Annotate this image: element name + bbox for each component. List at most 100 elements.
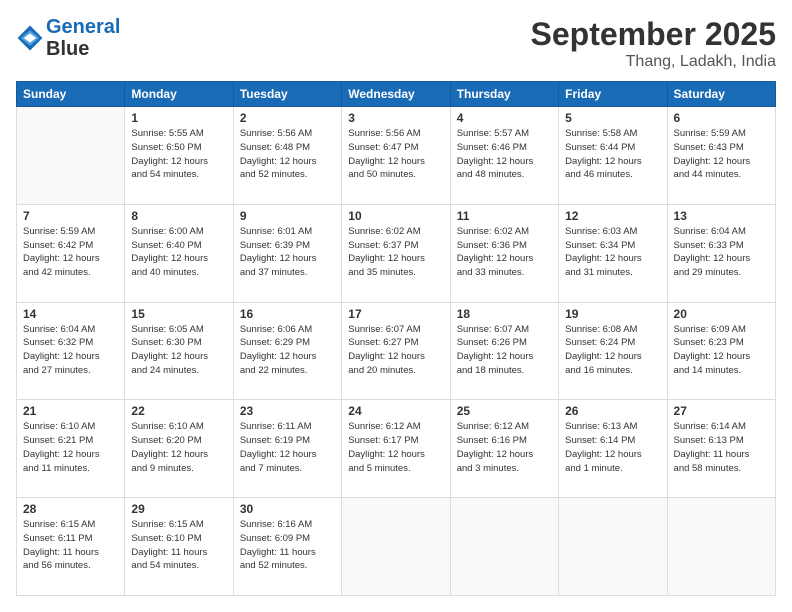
calendar-cell: 7 Sunrise: 5:59 AM Sunset: 6:42 PM Daylig… xyxy=(17,204,125,302)
day-number: 29 xyxy=(131,502,226,516)
day-number: 26 xyxy=(565,404,660,418)
day-info: Sunrise: 5:55 AM Sunset: 6:50 PM Dayligh… xyxy=(131,127,226,182)
day-number: 23 xyxy=(240,404,335,418)
logo: General Blue xyxy=(16,16,120,60)
calendar-cell: 11 Sunrise: 6:02 AM Sunset: 6:36 PM Dayli… xyxy=(450,204,558,302)
day-number: 19 xyxy=(565,307,660,321)
day-number: 25 xyxy=(457,404,552,418)
day-info: Sunrise: 6:12 AM Sunset: 6:17 PM Dayligh… xyxy=(348,420,443,475)
calendar-cell: 5Sunrise: 5:58 AM Sunset: 6:44 PM Daylig… xyxy=(559,107,667,205)
day-info: Sunrise: 6:15 AM Sunset: 6:10 PM Dayligh… xyxy=(131,518,226,573)
calendar-cell: 21 Sunrise: 6:10 AM Sunset: 6:21 PM Dayli… xyxy=(17,400,125,498)
day-info: Sunrise: 6:07 AM Sunset: 6:27 PM Dayligh… xyxy=(348,323,443,378)
calendar-week-3: 21 Sunrise: 6:10 AM Sunset: 6:21 PM Dayli… xyxy=(17,400,776,498)
calendar-week-0: 1 Sunrise: 5:55 AM Sunset: 6:50 PM Daylig… xyxy=(17,107,776,205)
calendar-cell: 12Sunrise: 6:03 AM Sunset: 6:34 PM Dayli… xyxy=(559,204,667,302)
calendar-cell: 19 Sunrise: 6:08 AM Sunset: 6:24 PM Dayli… xyxy=(559,302,667,400)
day-number: 11 xyxy=(457,209,552,223)
day-info: Sunrise: 5:56 AM Sunset: 6:48 PM Dayligh… xyxy=(240,127,335,182)
day-info: Sunrise: 5:59 AM Sunset: 6:42 PM Dayligh… xyxy=(23,225,118,280)
day-number: 27 xyxy=(674,404,769,418)
page: General Blue September 2025 Thang, Ladak… xyxy=(0,0,792,612)
calendar-cell: 9 Sunrise: 6:01 AM Sunset: 6:39 PM Daylig… xyxy=(233,204,341,302)
weekday-header-tuesday: Tuesday xyxy=(233,82,341,107)
calendar-week-2: 14 Sunrise: 6:04 AM Sunset: 6:32 PM Dayli… xyxy=(17,302,776,400)
day-number: 16 xyxy=(240,307,335,321)
calendar-cell: 17 Sunrise: 6:07 AM Sunset: 6:27 PM Dayli… xyxy=(342,302,450,400)
day-info: Sunrise: 6:07 AM Sunset: 6:26 PM Dayligh… xyxy=(457,323,552,378)
day-info: Sunrise: 6:13 AM Sunset: 6:14 PM Dayligh… xyxy=(565,420,660,475)
day-info: Sunrise: 6:10 AM Sunset: 6:21 PM Dayligh… xyxy=(23,420,118,475)
day-number: 7 xyxy=(23,209,118,223)
header: General Blue September 2025 Thang, Ladak… xyxy=(16,16,776,71)
calendar-cell: 15 Sunrise: 6:05 AM Sunset: 6:30 PM Dayli… xyxy=(125,302,233,400)
day-number: 30 xyxy=(240,502,335,516)
calendar-cell: 27Sunrise: 6:14 AM Sunset: 6:13 PM Dayli… xyxy=(667,400,775,498)
day-number: 22 xyxy=(131,404,226,418)
calendar-week-1: 7 Sunrise: 5:59 AM Sunset: 6:42 PM Daylig… xyxy=(17,204,776,302)
day-number: 21 xyxy=(23,404,118,418)
day-info: Sunrise: 5:59 AM Sunset: 6:43 PM Dayligh… xyxy=(674,127,769,182)
calendar-cell: 10 Sunrise: 6:02 AM Sunset: 6:37 PM Dayli… xyxy=(342,204,450,302)
calendar-cell: 1 Sunrise: 5:55 AM Sunset: 6:50 PM Daylig… xyxy=(125,107,233,205)
day-number: 2 xyxy=(240,111,335,125)
day-info: Sunrise: 6:02 AM Sunset: 6:37 PM Dayligh… xyxy=(348,225,443,280)
day-info: Sunrise: 6:02 AM Sunset: 6:36 PM Dayligh… xyxy=(457,225,552,280)
calendar-cell: 26 Sunrise: 6:13 AM Sunset: 6:14 PM Dayli… xyxy=(559,400,667,498)
day-info: Sunrise: 6:03 AM Sunset: 6:34 PM Dayligh… xyxy=(565,225,660,280)
day-info: Sunrise: 6:04 AM Sunset: 6:32 PM Dayligh… xyxy=(23,323,118,378)
day-number: 10 xyxy=(348,209,443,223)
day-info: Sunrise: 6:08 AM Sunset: 6:24 PM Dayligh… xyxy=(565,323,660,378)
calendar-cell: 6 Sunrise: 5:59 AM Sunset: 6:43 PM Daylig… xyxy=(667,107,775,205)
day-number: 14 xyxy=(23,307,118,321)
calendar-cell: 16 Sunrise: 6:06 AM Sunset: 6:29 PM Dayli… xyxy=(233,302,341,400)
calendar-cell: 8Sunrise: 6:00 AM Sunset: 6:40 PM Daylig… xyxy=(125,204,233,302)
calendar-cell xyxy=(559,498,667,596)
day-info: Sunrise: 6:00 AM Sunset: 6:40 PM Dayligh… xyxy=(131,225,226,280)
calendar-table: SundayMondayTuesdayWednesdayThursdayFrid… xyxy=(16,81,776,596)
day-info: Sunrise: 6:05 AM Sunset: 6:30 PM Dayligh… xyxy=(131,323,226,378)
day-info: Sunrise: 5:56 AM Sunset: 6:47 PM Dayligh… xyxy=(348,127,443,182)
weekday-header-sunday: Sunday xyxy=(17,82,125,107)
day-info: Sunrise: 6:01 AM Sunset: 6:39 PM Dayligh… xyxy=(240,225,335,280)
calendar-cell: 4Sunrise: 5:57 AM Sunset: 6:46 PM Daylig… xyxy=(450,107,558,205)
logo-text: General Blue xyxy=(46,16,120,60)
calendar-cell: 24Sunrise: 6:12 AM Sunset: 6:17 PM Dayli… xyxy=(342,400,450,498)
calendar-cell: 3 Sunrise: 5:56 AM Sunset: 6:47 PM Daylig… xyxy=(342,107,450,205)
day-number: 4 xyxy=(457,111,552,125)
day-number: 28 xyxy=(23,502,118,516)
weekday-header-saturday: Saturday xyxy=(667,82,775,107)
location-title: Thang, Ladakh, India xyxy=(531,53,776,71)
day-number: 6 xyxy=(674,111,769,125)
calendar-cell xyxy=(17,107,125,205)
calendar-cell xyxy=(450,498,558,596)
day-number: 3 xyxy=(348,111,443,125)
day-info: Sunrise: 6:12 AM Sunset: 6:16 PM Dayligh… xyxy=(457,420,552,475)
day-info: Sunrise: 6:09 AM Sunset: 6:23 PM Dayligh… xyxy=(674,323,769,378)
day-info: Sunrise: 6:16 AM Sunset: 6:09 PM Dayligh… xyxy=(240,518,335,573)
weekday-header-friday: Friday xyxy=(559,82,667,107)
calendar-cell: 30 Sunrise: 6:16 AM Sunset: 6:09 PM Dayli… xyxy=(233,498,341,596)
day-info: Sunrise: 6:15 AM Sunset: 6:11 PM Dayligh… xyxy=(23,518,118,573)
day-number: 13 xyxy=(674,209,769,223)
calendar-cell: 28 Sunrise: 6:15 AM Sunset: 6:11 PM Dayli… xyxy=(17,498,125,596)
calendar-cell: 29 Sunrise: 6:15 AM Sunset: 6:10 PM Dayli… xyxy=(125,498,233,596)
day-number: 1 xyxy=(131,111,226,125)
calendar-week-4: 28 Sunrise: 6:15 AM Sunset: 6:11 PM Dayli… xyxy=(17,498,776,596)
calendar-cell: 2 Sunrise: 5:56 AM Sunset: 6:48 PM Daylig… xyxy=(233,107,341,205)
day-info: Sunrise: 6:04 AM Sunset: 6:33 PM Dayligh… xyxy=(674,225,769,280)
weekday-header-row: SundayMondayTuesdayWednesdayThursdayFrid… xyxy=(17,82,776,107)
day-info: Sunrise: 6:06 AM Sunset: 6:29 PM Dayligh… xyxy=(240,323,335,378)
day-number: 9 xyxy=(240,209,335,223)
day-info: Sunrise: 6:10 AM Sunset: 6:20 PM Dayligh… xyxy=(131,420,226,475)
calendar-cell: 20Sunrise: 6:09 AM Sunset: 6:23 PM Dayli… xyxy=(667,302,775,400)
day-number: 17 xyxy=(348,307,443,321)
calendar-cell: 18Sunrise: 6:07 AM Sunset: 6:26 PM Dayli… xyxy=(450,302,558,400)
day-info: Sunrise: 6:11 AM Sunset: 6:19 PM Dayligh… xyxy=(240,420,335,475)
weekday-header-monday: Monday xyxy=(125,82,233,107)
month-title: September 2025 xyxy=(531,16,776,53)
calendar-cell: 23 Sunrise: 6:11 AM Sunset: 6:19 PM Dayli… xyxy=(233,400,341,498)
day-number: 15 xyxy=(131,307,226,321)
calendar-cell xyxy=(667,498,775,596)
calendar-cell: 14 Sunrise: 6:04 AM Sunset: 6:32 PM Dayli… xyxy=(17,302,125,400)
